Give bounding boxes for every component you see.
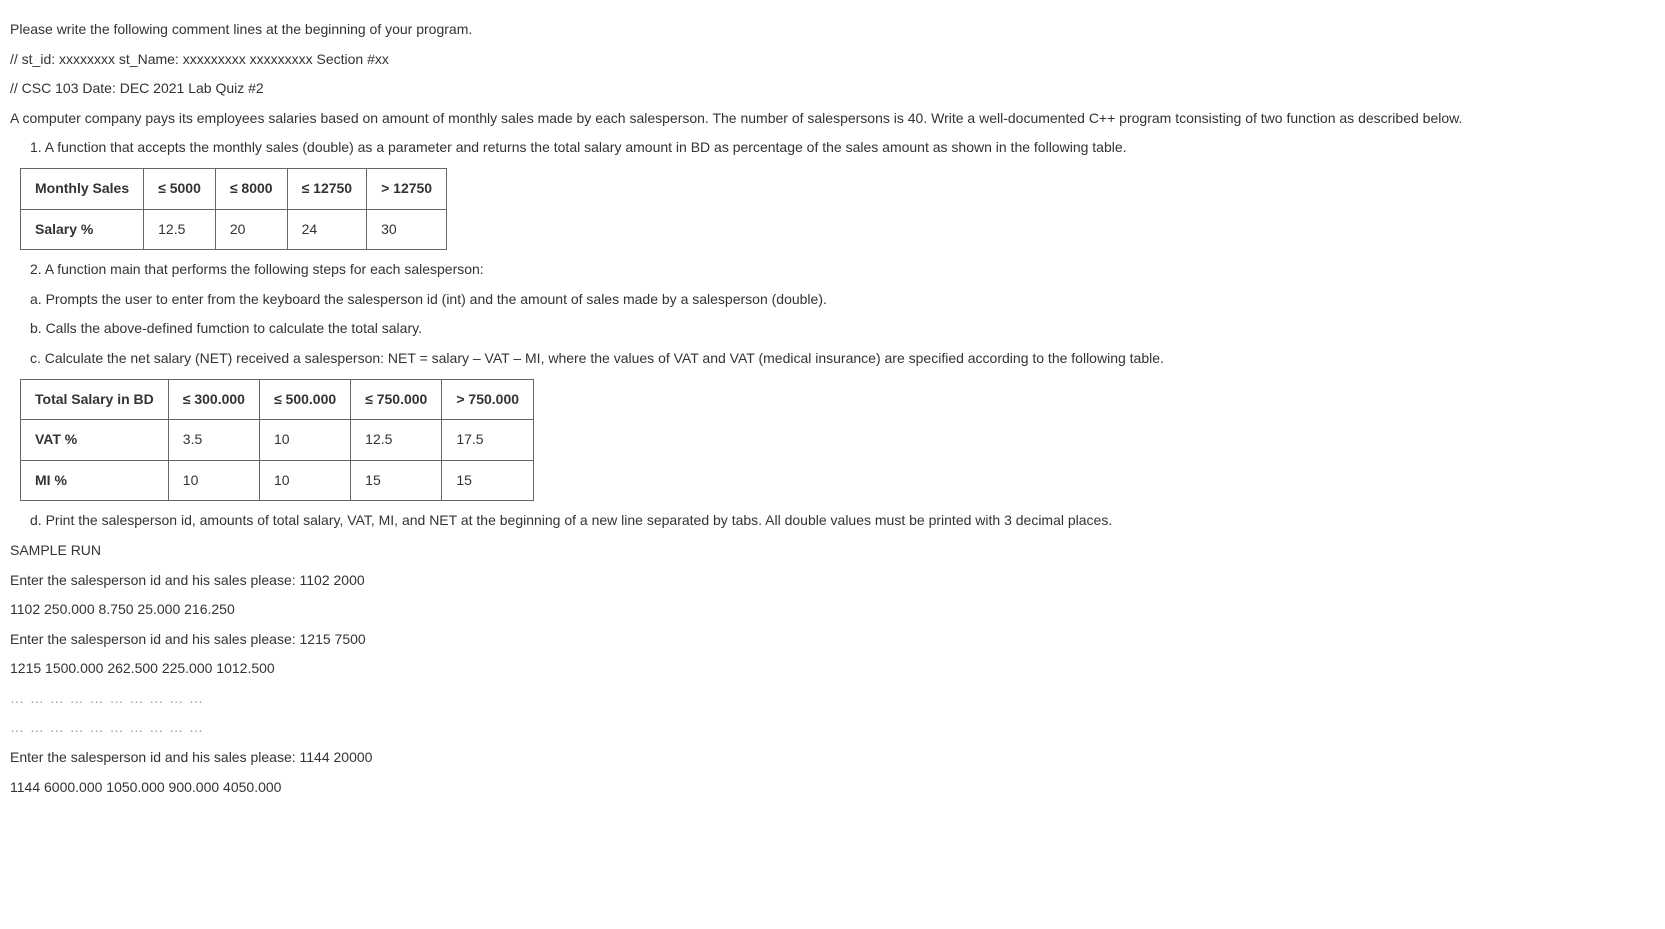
cell: > 750.000	[442, 379, 534, 420]
cell: 10	[168, 460, 259, 501]
sales-salary-table: Monthly Sales ≤ 5000 ≤ 8000 ≤ 12750 > 12…	[20, 168, 447, 250]
comment-line-2: // CSC 103 Date: DEC 2021 Lab Quiz #2	[10, 79, 1655, 99]
cell-header: Monthly Sales	[21, 168, 144, 209]
cell: 3.5	[168, 420, 259, 461]
cell: 12.5	[351, 420, 442, 461]
cell-header: MI %	[21, 460, 169, 501]
cell: 17.5	[442, 420, 534, 461]
sample-line: 1144 6000.000 1050.000 900.000 4050.000	[10, 778, 1655, 798]
sample-ellipsis: … … … … … … … … … …	[10, 718, 1655, 738]
cell: > 12750	[367, 168, 447, 209]
cell: ≤ 300.000	[168, 379, 259, 420]
intro-line: Please write the following comment lines…	[10, 20, 1655, 40]
sample-line: Enter the salesperson id and his sales p…	[10, 748, 1655, 768]
cell: 15	[351, 460, 442, 501]
substep-c: c. Calculate the net salary (NET) receiv…	[30, 349, 1655, 369]
cell: ≤ 750.000	[351, 379, 442, 420]
cell: 20	[215, 209, 287, 250]
table-row: VAT % 3.5 10 12.5 17.5	[21, 420, 534, 461]
table-row: Monthly Sales ≤ 5000 ≤ 8000 ≤ 12750 > 12…	[21, 168, 447, 209]
substep-a: a. Prompts the user to enter from the ke…	[30, 290, 1655, 310]
sample-line: Enter the salesperson id and his sales p…	[10, 630, 1655, 650]
sample-line: Enter the salesperson id and his sales p…	[10, 571, 1655, 591]
cell: 24	[287, 209, 367, 250]
substep-b: b. Calls the above-defined fumction to c…	[30, 319, 1655, 339]
sample-run-title: SAMPLE RUN	[10, 541, 1655, 561]
cell: 12.5	[144, 209, 216, 250]
step-1: 1. A function that accepts the monthly s…	[30, 138, 1655, 158]
cell-header: VAT %	[21, 420, 169, 461]
cell-header: Salary %	[21, 209, 144, 250]
sample-line: 1102 250.000 8.750 25.000 216.250	[10, 600, 1655, 620]
table-row: Salary % 12.5 20 24 30	[21, 209, 447, 250]
cell: ≤ 5000	[144, 168, 216, 209]
cell: 10	[259, 420, 350, 461]
substep-d: d. Print the salesperson id, amounts of …	[30, 511, 1655, 531]
sample-line: 1215 1500.000 262.500 225.000 1012.500	[10, 659, 1655, 679]
step-2: 2. A function main that performs the fol…	[30, 260, 1655, 280]
problem-description: A computer company pays its employees sa…	[10, 109, 1655, 129]
comment-line-1: // st_id: xxxxxxxx st_Name: xxxxxxxxx xx…	[10, 50, 1655, 70]
cell: 10	[259, 460, 350, 501]
table-row: MI % 10 10 15 15	[21, 460, 534, 501]
cell-header: Total Salary in BD	[21, 379, 169, 420]
sample-ellipsis: … … … … … … … … … …	[10, 689, 1655, 709]
cell: ≤ 500.000	[259, 379, 350, 420]
cell: 30	[367, 209, 447, 250]
cell: ≤ 12750	[287, 168, 367, 209]
table-row: Total Salary in BD ≤ 300.000 ≤ 500.000 ≤…	[21, 379, 534, 420]
vat-mi-table: Total Salary in BD ≤ 300.000 ≤ 500.000 ≤…	[20, 379, 534, 502]
cell: ≤ 8000	[215, 168, 287, 209]
cell: 15	[442, 460, 534, 501]
